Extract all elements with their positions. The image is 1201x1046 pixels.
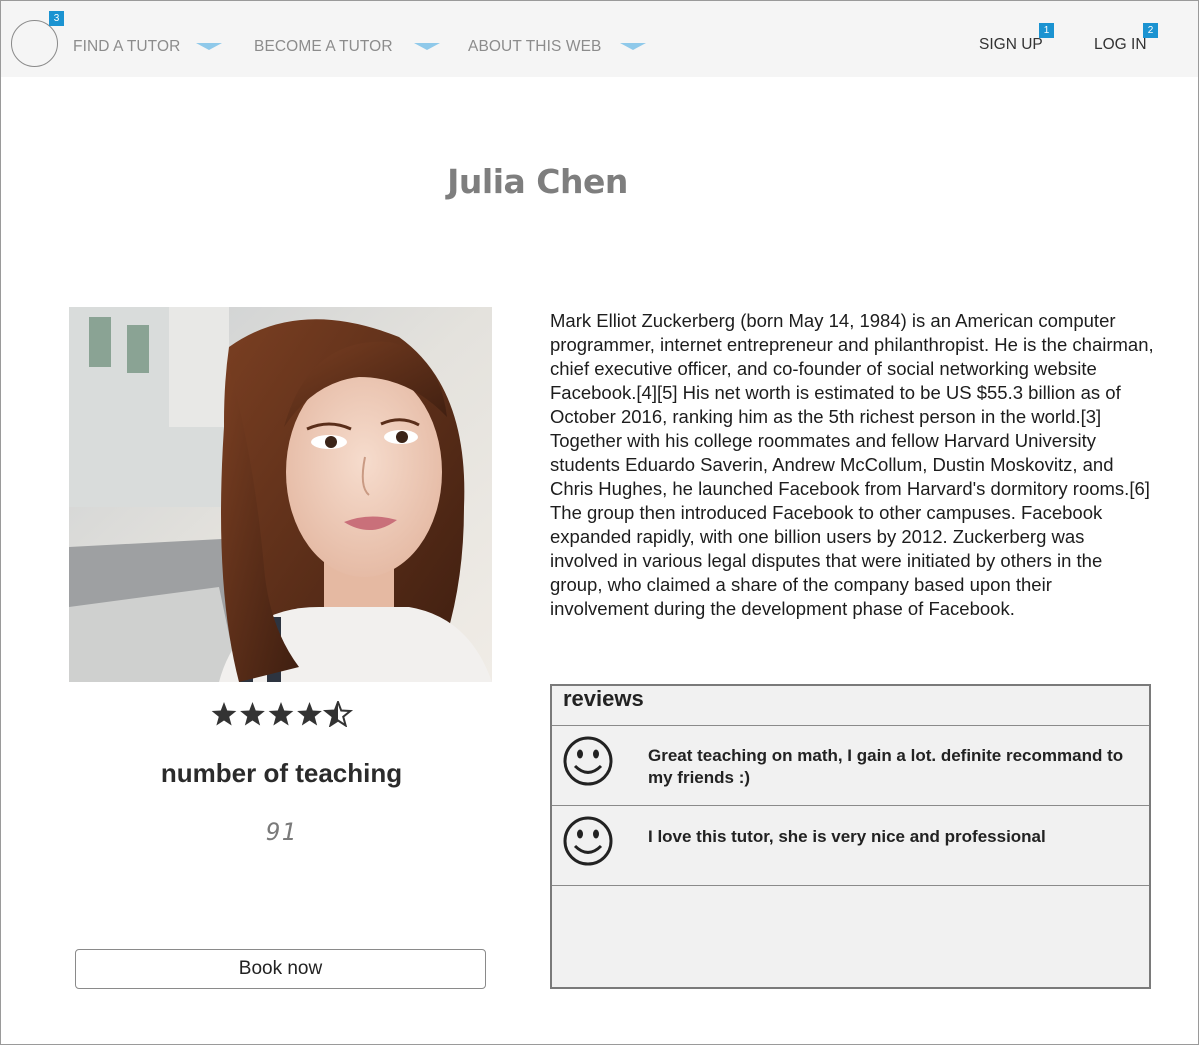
logo-badge: 3 — [49, 11, 64, 26]
review-text: Great teaching on math, I gain a lot. de… — [648, 746, 1124, 787]
book-now-button[interactable]: Book now — [75, 949, 486, 989]
star-full-icon — [240, 702, 265, 726]
reviews-heading: reviews — [563, 686, 644, 711]
logo-icon[interactable] — [11, 20, 58, 67]
teaching-count: 91 — [266, 818, 297, 846]
signup-badge: 1 — [1039, 23, 1054, 38]
tutor-bio: Mark Elliot Zuckerberg (born May 14, 198… — [550, 309, 1155, 621]
reviews-header: reviews — [552, 686, 1149, 726]
bio-paragraph: Mark Elliot Zuckerberg (born May 14, 198… — [550, 310, 1154, 427]
bio-paragraph: Together with his college roommates and … — [550, 430, 1150, 619]
signup-link[interactable]: SIGN UP — [979, 36, 1043, 54]
teaching-label: number of teaching — [160, 758, 403, 788]
login-badge: 2 — [1143, 23, 1158, 38]
smiley-icon — [563, 816, 613, 866]
star-full-icon — [268, 702, 294, 726]
tutor-name: Julia Chen — [447, 162, 628, 201]
chevron-down-icon[interactable] — [414, 43, 440, 50]
nav-become-a-tutor[interactable]: BECOME A TUTOR — [254, 38, 393, 56]
star-full-icon — [297, 702, 322, 726]
chevron-down-icon[interactable] — [196, 43, 222, 50]
nav-about-this-web[interactable]: ABOUT THIS WEB — [468, 38, 601, 56]
review-item: Great teaching on math, I gain a lot. de… — [552, 726, 1149, 806]
top-nav: 3 FIND A TUTOR BECOME A TUTOR ABOUT THIS… — [1, 1, 1198, 77]
smiley-icon — [563, 736, 613, 786]
star-full-icon — [211, 702, 237, 726]
login-link[interactable]: LOG IN — [1094, 36, 1147, 54]
tutor-photo — [69, 307, 492, 682]
review-text: I love this tutor, she is very nice and … — [648, 827, 1046, 846]
star-rating — [211, 701, 354, 727]
nav-find-a-tutor[interactable]: FIND A TUTOR — [73, 38, 180, 56]
reviews-panel: reviews Great teaching on math, I gain a… — [550, 684, 1151, 989]
chevron-down-icon[interactable] — [620, 43, 646, 50]
review-item: I love this tutor, she is very nice and … — [552, 806, 1149, 886]
